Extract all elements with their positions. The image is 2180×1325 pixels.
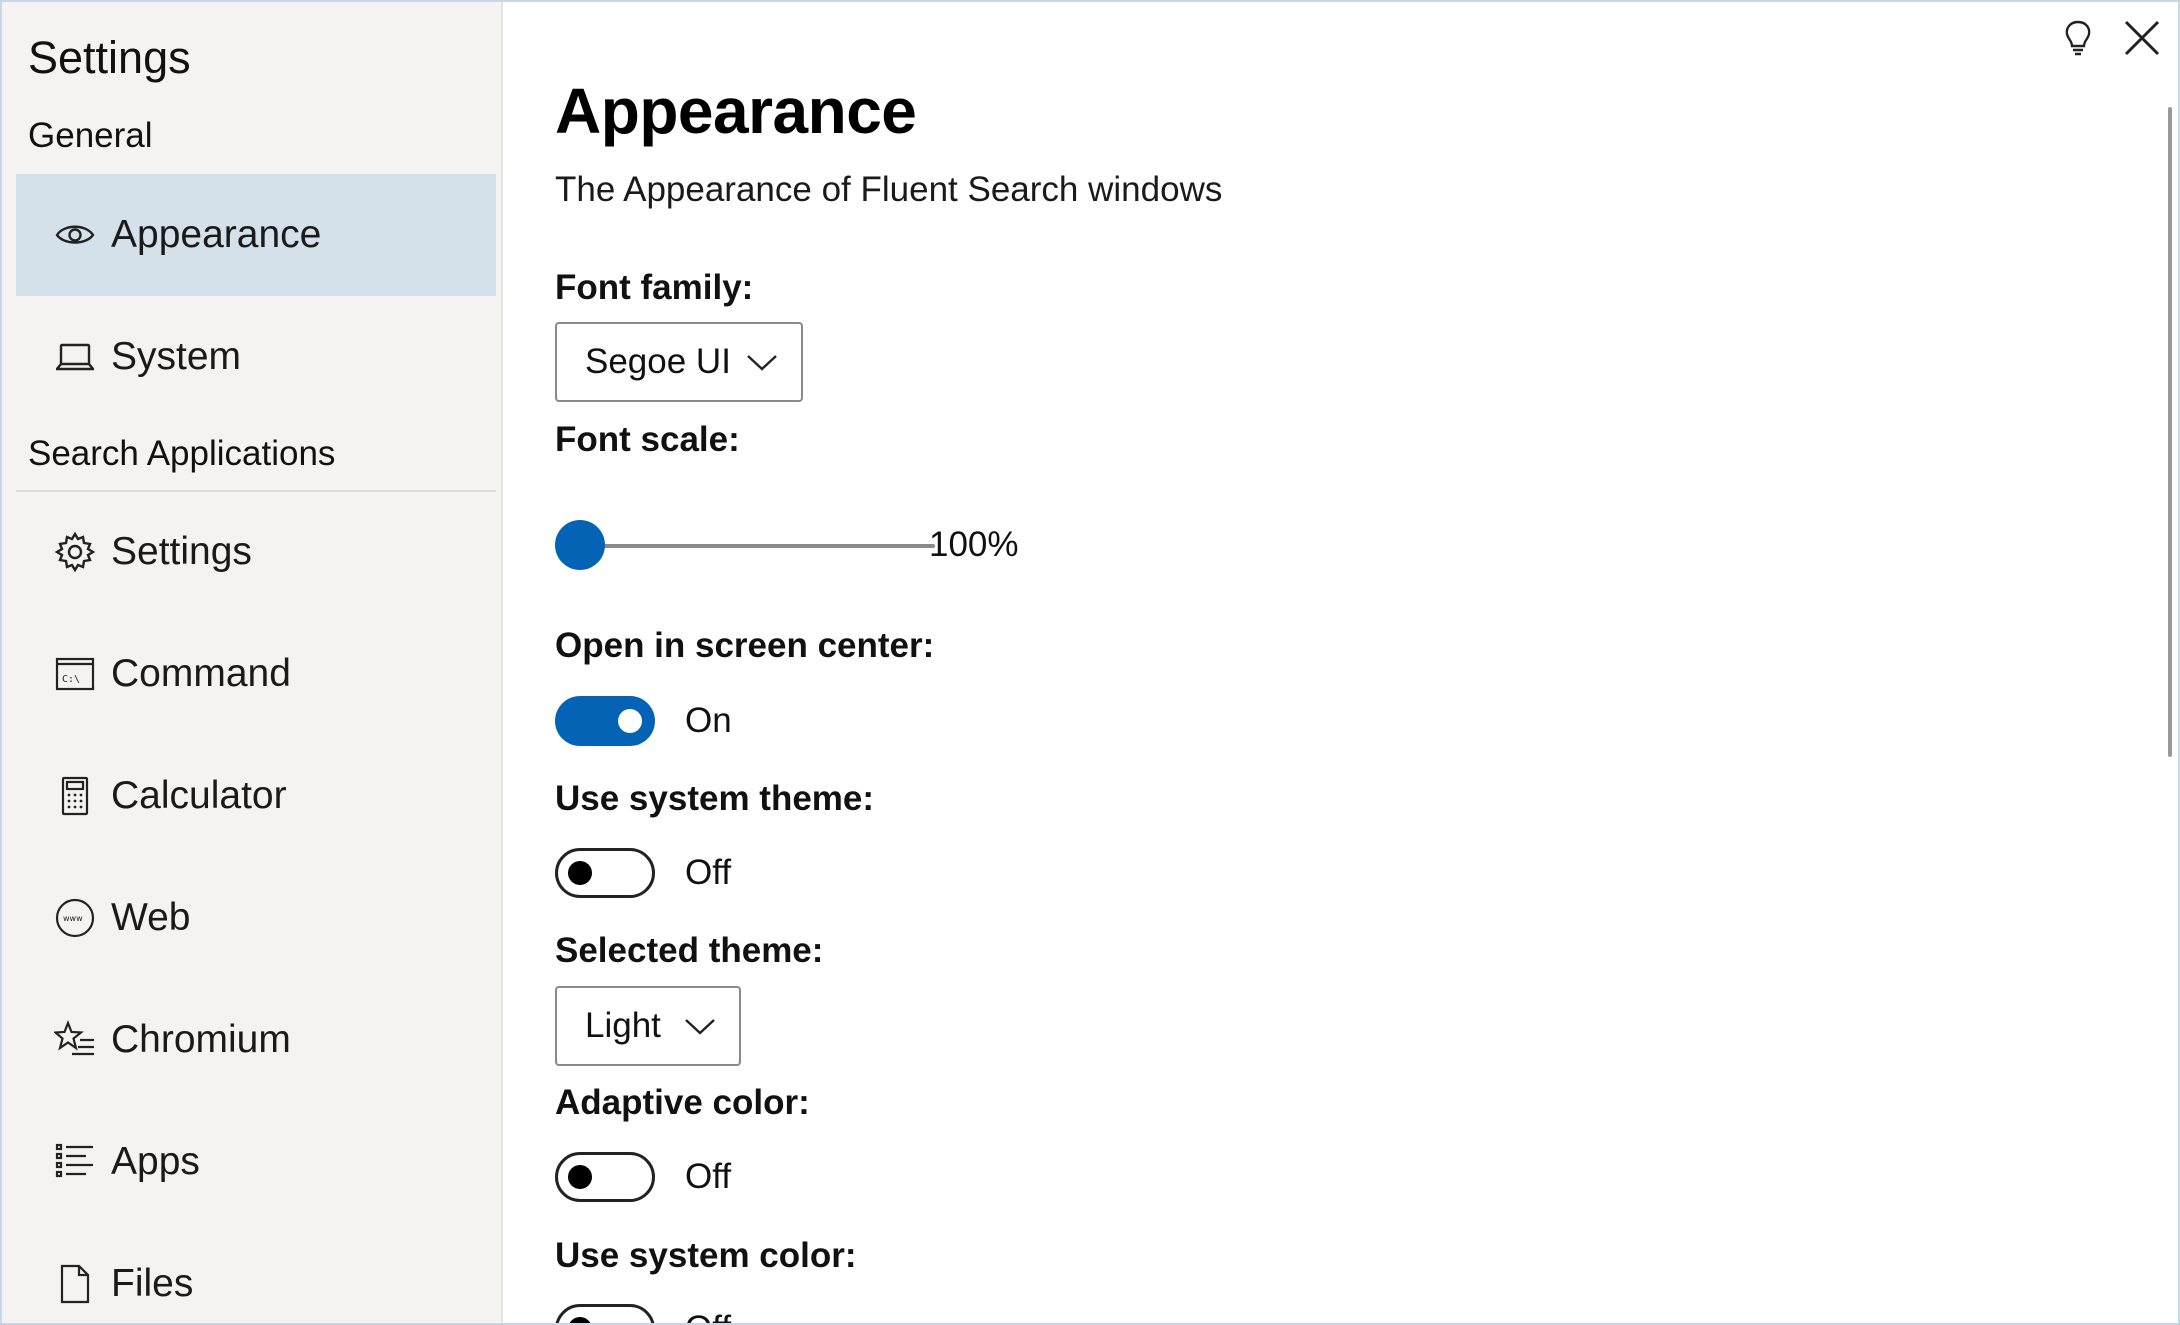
calculator-icon bbox=[54, 775, 96, 817]
main-content: Appearance The Appearance of Fluent Sear… bbox=[505, 2, 2178, 1323]
tips-button[interactable] bbox=[2050, 12, 2106, 68]
close-icon bbox=[2122, 18, 2162, 63]
open-center-toggle[interactable] bbox=[555, 696, 655, 746]
open-center-state: On bbox=[685, 701, 732, 740]
adaptive-color-label: Adaptive color: bbox=[555, 1083, 810, 1122]
svg-text:www: www bbox=[63, 914, 83, 923]
selected-theme-value: Light bbox=[585, 1006, 661, 1045]
sidebar-item-chromium[interactable]: Chromium bbox=[16, 979, 496, 1101]
system-color-toggle[interactable] bbox=[555, 1304, 655, 1323]
sidebar-item-files[interactable]: Files bbox=[16, 1223, 496, 1323]
chevron-down-icon bbox=[685, 1019, 715, 1035]
toggle-knob bbox=[618, 709, 642, 733]
open-center-label: Open in screen center: bbox=[555, 626, 935, 665]
sidebar-item-settings[interactable]: Settings bbox=[16, 491, 496, 613]
sidebar-item-label: Files bbox=[111, 1262, 194, 1305]
font-scale-slider[interactable] bbox=[555, 520, 935, 570]
font-family-label: Font family: bbox=[555, 268, 754, 307]
vertical-scrollbar[interactable] bbox=[2168, 107, 2172, 757]
selected-theme-dropdown[interactable]: Light bbox=[555, 986, 741, 1066]
toggle-knob bbox=[568, 1317, 592, 1323]
adaptive-color-toggle[interactable] bbox=[555, 1152, 655, 1202]
app-title: Settings bbox=[28, 32, 191, 83]
sidebar-item-label: Calculator bbox=[111, 774, 287, 817]
section-header-general: General bbox=[28, 116, 153, 155]
sidebar-item-command[interactable]: C:\ Command bbox=[16, 613, 496, 735]
eye-icon bbox=[54, 214, 96, 256]
sidebar-item-web[interactable]: www Web bbox=[16, 857, 496, 979]
sidebar: Settings General Appearance System Searc… bbox=[2, 2, 503, 1323]
laptop-icon bbox=[54, 336, 96, 378]
sidebar-item-apps[interactable]: Apps bbox=[16, 1101, 496, 1223]
web-icon: www bbox=[54, 897, 96, 939]
adaptive-color-state: Off bbox=[685, 1157, 732, 1196]
system-color-label: Use system color: bbox=[555, 1236, 857, 1275]
settings-window: Settings General Appearance System Searc… bbox=[0, 0, 2180, 1325]
font-family-dropdown[interactable]: Segoe UI bbox=[555, 322, 803, 402]
system-theme-toggle[interactable] bbox=[555, 848, 655, 898]
page-subtitle: The Appearance of Fluent Search windows bbox=[555, 170, 1223, 209]
svg-text:C:\: C:\ bbox=[62, 674, 80, 685]
font-scale-value: 100% bbox=[929, 525, 1019, 564]
section-header-search-applications: Search Applications bbox=[28, 434, 336, 473]
sidebar-item-calculator[interactable]: Calculator bbox=[16, 735, 496, 857]
sidebar-item-label: Chromium bbox=[111, 1018, 291, 1061]
system-color-state: Off bbox=[685, 1304, 731, 1323]
sidebar-item-label: Appearance bbox=[111, 213, 322, 256]
command-prompt-icon: C:\ bbox=[54, 653, 96, 695]
sidebar-item-system[interactable]: System bbox=[16, 296, 496, 418]
sidebar-item-label: Settings bbox=[111, 530, 252, 573]
lightbulb-icon bbox=[2058, 18, 2098, 63]
file-icon bbox=[54, 1263, 96, 1305]
toggle-knob bbox=[568, 861, 592, 885]
sidebar-item-appearance[interactable]: Appearance bbox=[16, 174, 496, 296]
chevron-down-icon bbox=[747, 355, 777, 371]
gear-icon bbox=[54, 531, 96, 573]
system-theme-label: Use system theme: bbox=[555, 779, 875, 818]
page-title: Appearance bbox=[555, 75, 917, 147]
slider-thumb[interactable] bbox=[555, 520, 605, 570]
sidebar-item-label: Command bbox=[111, 652, 291, 695]
font-family-value: Segoe UI bbox=[585, 342, 731, 381]
system-theme-state: Off bbox=[685, 853, 732, 892]
sidebar-item-label: System bbox=[111, 335, 242, 378]
list-icon bbox=[54, 1141, 96, 1183]
sidebar-item-label: Apps bbox=[111, 1140, 200, 1183]
selected-theme-label: Selected theme: bbox=[555, 931, 824, 970]
favorites-icon bbox=[54, 1019, 96, 1061]
sidebar-item-label: Web bbox=[111, 896, 191, 939]
close-button[interactable] bbox=[2114, 12, 2170, 68]
toggle-knob bbox=[568, 1165, 592, 1189]
slider-track bbox=[555, 544, 935, 548]
font-scale-label: Font scale: bbox=[555, 420, 740, 459]
